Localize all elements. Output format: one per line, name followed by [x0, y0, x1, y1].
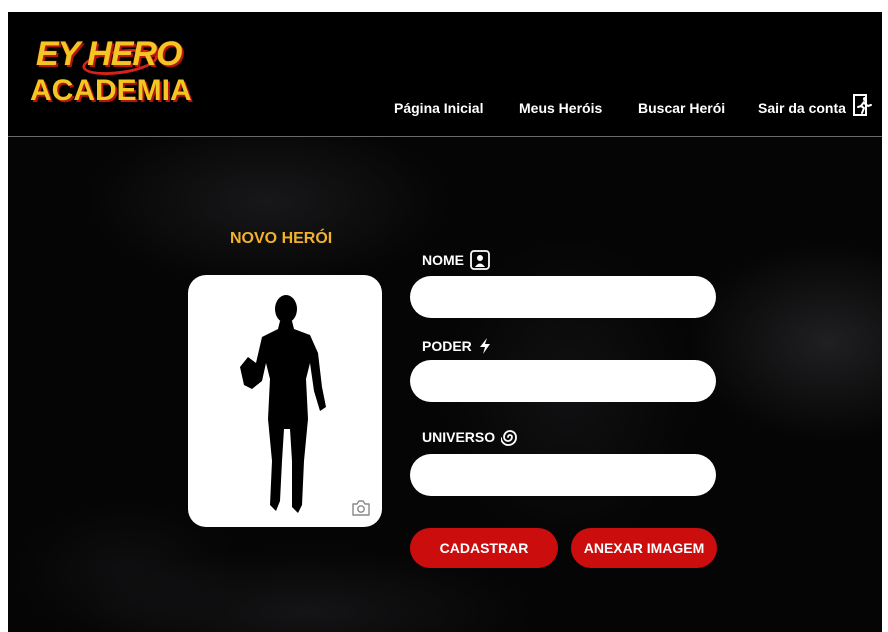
logo-line2: ACADEMIA — [30, 74, 192, 107]
brand-logo[interactable]: EY HERO ACADEMIA — [30, 30, 208, 114]
universe-label-text: UNIVERSO — [422, 429, 496, 445]
galaxy-icon — [501, 430, 518, 446]
attach-image-button[interactable]: ANEXAR IMAGEM — [571, 528, 717, 568]
nav-search-hero[interactable]: Buscar Herói — [638, 100, 725, 116]
power-label-text: PODER — [422, 338, 472, 354]
nav-home[interactable]: Página Inicial — [394, 100, 483, 116]
name-input[interactable] — [410, 276, 716, 318]
page-title: NOVO HERÓI — [230, 230, 333, 247]
name-label-text: NOME — [422, 252, 464, 268]
hero-silhouette-icon — [240, 295, 326, 513]
lightning-icon — [479, 338, 490, 354]
name-label: NOME — [422, 250, 490, 270]
exit-door-icon[interactable] — [853, 94, 873, 116]
universe-label: UNIVERSO — [422, 428, 519, 446]
power-input[interactable] — [410, 360, 716, 402]
power-label: PODER — [422, 337, 492, 355]
logo-line1: EY HERO — [36, 35, 182, 73]
hero-image-preview[interactable] — [188, 275, 382, 527]
nav-logout[interactable]: Sair da conta — [758, 100, 846, 116]
camera-icon[interactable] — [351, 499, 371, 517]
register-button[interactable]: CADASTRAR — [410, 528, 558, 568]
universe-input[interactable] — [410, 454, 716, 496]
app-frame: EY HERO ACADEMIA Página Inicial Meus Her… — [8, 12, 882, 632]
top-bar: EY HERO ACADEMIA Página Inicial Meus Her… — [8, 12, 882, 137]
nav-my-heroes[interactable]: Meus Heróis — [519, 100, 602, 116]
person-badge-icon — [470, 250, 490, 270]
